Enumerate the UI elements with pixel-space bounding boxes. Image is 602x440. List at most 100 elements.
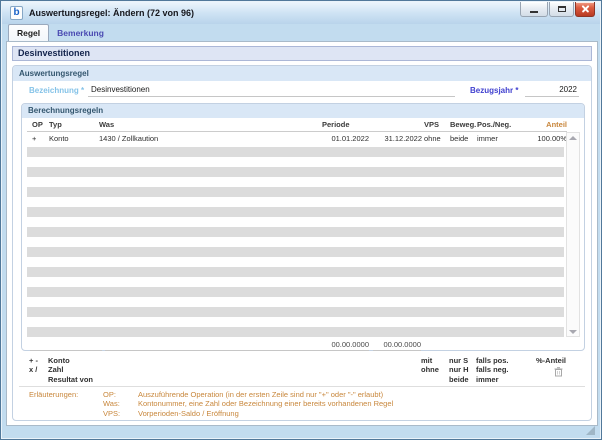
legend-anteil-label: %-Anteil — [536, 356, 566, 365]
col-was: Was — [99, 120, 115, 129]
app-window: b Auswertungsregel: Ändern (72 von 96) R… — [0, 0, 602, 440]
row-beweg: beide — [450, 134, 469, 143]
close-icon — [581, 4, 590, 13]
column-legend: + - x / Konto Zahl Resultat von mit ohne… — [13, 356, 593, 388]
titlebar[interactable]: b Auswertungsregel: Ändern (72 von 96) — [2, 2, 600, 24]
col-anteil: Anteil — [546, 120, 567, 129]
row-periode-bis: 31.12.2022 — [384, 134, 422, 143]
rules-table: OP Typ Was Periode VPS Beweg. Pos./Neg. … — [27, 118, 581, 339]
col-beweg: Beweg. — [450, 120, 477, 129]
table-row-empty[interactable] — [27, 217, 564, 227]
legend-vps: mit ohne — [421, 356, 439, 375]
erlaeuterung-key: Was: — [103, 399, 120, 409]
legend-was-line: Resultat von — [48, 374, 94, 384]
page-title: Desinvestitionen — [12, 46, 592, 61]
table-row-empty[interactable] — [27, 207, 564, 217]
berechnungsregeln-group-title: Berechnungsregeln — [22, 104, 584, 118]
erlaeuterungen-label: Erläuterungen: — [29, 390, 79, 399]
divider — [19, 386, 585, 387]
table-row-empty[interactable] — [27, 157, 564, 167]
erlaeuterung-text: Auszuführende Operation (in der ersten Z… — [138, 390, 384, 399]
table-scrollbar[interactable] — [566, 132, 580, 337]
legend-was: Konto Zahl Resultat von — [48, 356, 93, 384]
legend-beweg-line: nur H — [449, 365, 469, 375]
table-row-empty[interactable] — [27, 147, 564, 157]
entry-was-input[interactable] — [105, 340, 319, 351]
maximize-icon — [557, 6, 566, 12]
table-row-empty[interactable] — [27, 167, 564, 177]
table-row-empty[interactable] — [27, 177, 564, 187]
tab-regel[interactable]: Regel — [8, 24, 50, 41]
chevron-up-icon[interactable] — [569, 136, 577, 140]
legend-vps-line: ohne — [421, 365, 439, 375]
entry-op-input[interactable] — [30, 340, 102, 351]
table-row-empty[interactable] — [27, 277, 564, 287]
legend-was-line: Zahl — [48, 365, 64, 375]
tab-bemerkung[interactable]: Bemerkung — [49, 24, 112, 41]
entry-periode-bis-input[interactable]: 00.00.0000 — [373, 340, 421, 351]
table-row-empty[interactable] — [27, 307, 564, 317]
erlaeuterung-text: Vorperioden-Saldo / Eröffnung — [138, 408, 239, 418]
bezeichnung-label: Bezeichnung * — [29, 86, 85, 95]
table-row-empty[interactable] — [27, 247, 564, 257]
maximize-button[interactable] — [549, 2, 574, 17]
table-row[interactable]: + Konto 1430 / Zollkaution 01.01.2022 31… — [27, 132, 567, 147]
content-panel: Desinvestitionen Auswertungsregel Bezeic… — [6, 41, 598, 426]
table-row-empty[interactable] — [27, 267, 564, 277]
legend-beweg-line: beide — [449, 374, 469, 384]
legend-op-line: + - — [29, 356, 38, 365]
window-title: Auswertungsregel: Ändern (72 von 96) — [29, 8, 195, 18]
table-row-empty[interactable] — [27, 327, 564, 337]
table-header-row: OP Typ Was Periode VPS Beweg. Pos./Neg. … — [27, 118, 567, 132]
minimize-button[interactable] — [520, 2, 548, 17]
table-row-empty[interactable] — [27, 197, 564, 207]
legend-pos-neg-line: immer — [476, 374, 499, 384]
legend-op: + - x / — [29, 356, 38, 375]
app-icon: b — [10, 6, 23, 20]
row-vps: ohne — [424, 134, 441, 143]
row-pos-neg: immer — [477, 134, 498, 143]
row-anteil: 100.00% — [537, 134, 567, 143]
col-op: OP — [32, 120, 43, 129]
erlaeuterung-key: OP: — [103, 390, 116, 399]
table-row-empty[interactable] — [27, 257, 564, 267]
col-typ: Typ — [49, 120, 62, 129]
table-row-empty[interactable] — [27, 287, 564, 297]
entry-row: 00.00.0000 00.00.0000 — [22, 340, 586, 351]
col-vps: VPS — [424, 120, 440, 129]
legend-pos-neg: falls pos. falls neg. immer — [476, 356, 509, 384]
table-row-empty[interactable] — [27, 297, 564, 307]
erlaeuterung-key: VPS: — [103, 408, 121, 418]
auswertungsregel-group-title: Auswertungsregel — [13, 66, 591, 81]
table-row-empty[interactable] — [27, 187, 564, 197]
legend-anteil: %-Anteil — [508, 356, 566, 377]
row-periode-von: 01.01.2022 — [331, 134, 369, 143]
row-was: 1430 / Zollkaution — [99, 134, 159, 143]
table-row-empty[interactable] — [27, 227, 564, 237]
bezugsjahr-label: Bezugsjahr * — [470, 86, 519, 95]
entry-periode-von-input[interactable]: 00.00.0000 — [317, 340, 369, 351]
legend-vps-line: mit — [421, 356, 433, 365]
legend-pos-neg-line: falls neg. — [476, 365, 509, 375]
table-row-empty[interactable] — [27, 317, 564, 327]
row-op: + — [32, 134, 37, 143]
legend-beweg: nur S nur H beide — [449, 356, 469, 384]
table-row-empty[interactable] — [27, 237, 564, 247]
bezeichnung-input[interactable]: Desinvestitionen — [88, 84, 455, 97]
legend-pos-neg-line: falls pos. — [476, 356, 509, 365]
trash-icon[interactable] — [554, 367, 563, 377]
berechnungsregeln-group: Berechnungsregeln OP Typ Was Periode VPS… — [21, 103, 585, 351]
legend-op-line: x / — [29, 365, 38, 375]
legend-was-line: Konto — [48, 356, 70, 365]
erlaeuterung-text: Kontonummer, eine Zahl oder Bezeichnung … — [138, 399, 394, 409]
chevron-down-icon[interactable] — [569, 330, 577, 334]
bezugsjahr-input[interactable]: 2022 — [525, 84, 579, 97]
resize-grip[interactable] — [586, 426, 595, 435]
tab-bar: Regel Bemerkung — [8, 24, 112, 41]
row-typ: Konto — [49, 134, 69, 143]
erlaeuterungen-section: Erläuterungen: OP: Auszuführende Operati… — [13, 390, 593, 420]
legend-beweg-line: nur S — [449, 356, 469, 365]
empty-rows — [27, 147, 564, 337]
close-button[interactable] — [575, 2, 595, 17]
col-periode: Periode — [322, 120, 350, 129]
